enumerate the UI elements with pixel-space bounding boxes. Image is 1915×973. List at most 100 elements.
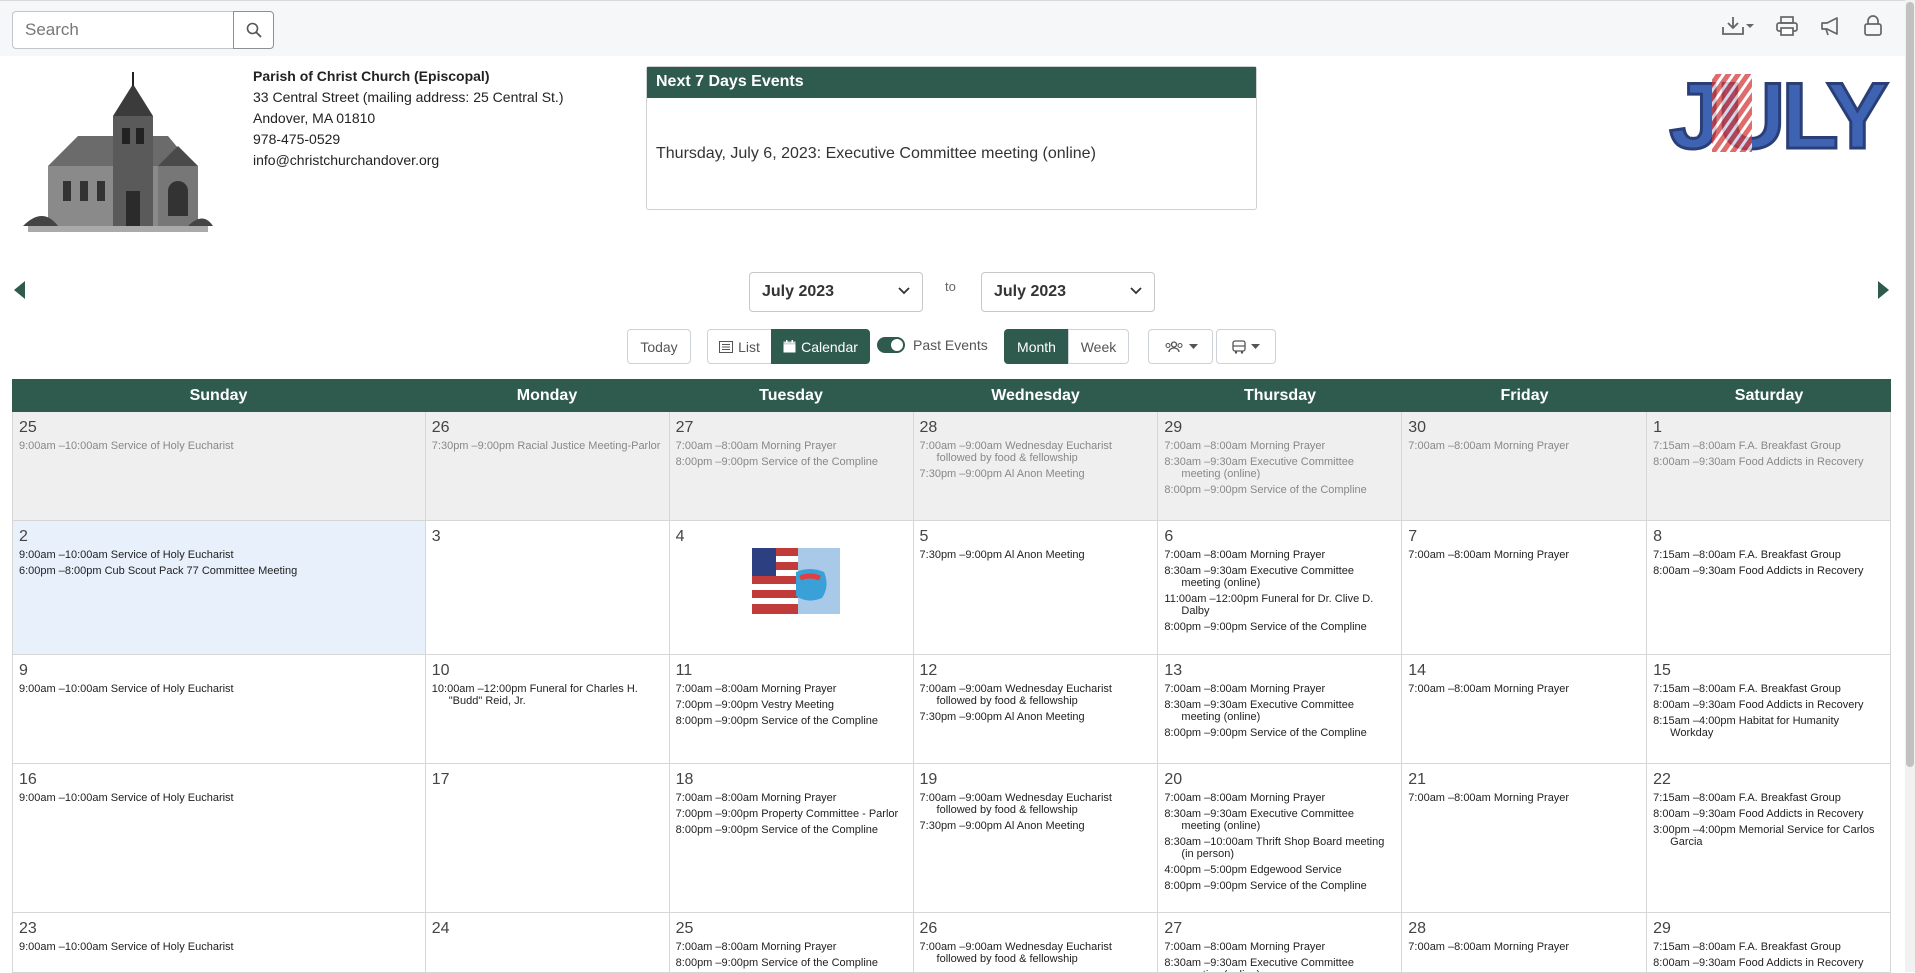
calendar-event[interactable]: 8:00am –9:30am Food Addicts in Recovery	[1653, 699, 1884, 711]
calendar-event[interactable]: 9:00am –10:00am Service of Holy Eucharis…	[19, 440, 419, 452]
calendar-event[interactable]: 9:00am –10:00am Service of Holy Eucharis…	[19, 683, 419, 695]
week-view-button[interactable]: Week	[1068, 329, 1129, 364]
calendar-event[interactable]: 8:30am –9:30am Executive Committee meeti…	[1164, 957, 1395, 972]
next-7-days-event[interactable]: Thursday, July 6, 2023: Executive Commit…	[647, 98, 1256, 163]
calendar-event[interactable]: 7:00am –8:00am Morning Prayer	[676, 683, 907, 695]
calendar-event[interactable]: 7:15am –8:00am F.A. Breakfast Group	[1653, 792, 1884, 804]
calendar-day-cell[interactable]: 24	[425, 913, 670, 973]
calendar-event[interactable]: 7:15am –8:00am F.A. Breakfast Group	[1653, 549, 1884, 561]
calendar-event[interactable]: 7:00am –8:00am Morning Prayer	[676, 941, 907, 953]
today-button[interactable]: Today	[627, 329, 691, 364]
calendar-event[interactable]: 7:00am –9:00am Wednesday Eucharist follo…	[920, 440, 1152, 464]
calendar-event[interactable]: 7:00am –8:00am Morning Prayer	[1164, 792, 1395, 804]
calendar-view-button[interactable]: Calendar	[771, 329, 870, 364]
calendar-event[interactable]: 8:00am –9:30am Food Addicts in Recovery	[1653, 957, 1884, 969]
calendar-event[interactable]: 10:00am –12:00pm Funeral for Charles H. …	[432, 683, 663, 707]
calendar-event[interactable]: 4:00pm –5:00pm Edgewood Service	[1164, 864, 1395, 876]
calendar-event[interactable]: 7:30pm –9:00pm Al Anon Meeting	[920, 468, 1152, 480]
calendar-day-cell[interactable]: 27 7:00am –8:00am Morning Prayer 8:00pm –9…	[669, 412, 914, 521]
calendar-day-cell[interactable]: 20 7:00am –8:00am Morning Prayer 8:30am –9…	[1158, 764, 1403, 913]
calendar-day-cell[interactable]: 1 7:15am –8:00am F.A. Breakfast Group 8:00…	[1647, 412, 1892, 521]
calendar-day-cell[interactable]: 22 7:15am –8:00am F.A. Breakfast Group 8:0…	[1647, 764, 1892, 913]
calendar-event[interactable]: 8:00pm –9:00pm Service of the Compline	[676, 456, 907, 468]
calendar-day-cell[interactable]: 26 7:30pm –9:00pm Racial Justice Meeting-…	[425, 412, 670, 521]
calendar-day-cell[interactable]: 2 9:00am –10:00am Service of Holy Euchari…	[13, 521, 426, 655]
print-button[interactable]	[1775, 15, 1799, 37]
calendar-day-cell[interactable]: 3	[425, 521, 670, 655]
calendar-day-cell[interactable]: 10 10:00am –12:00pm Funeral for Charles H…	[425, 655, 670, 764]
calendar-day-cell[interactable]: 19 7:00am –9:00am Wednesday Eucharist fol…	[913, 764, 1159, 913]
calendar-event[interactable]: 7:00am –8:00am Morning Prayer	[1164, 549, 1395, 561]
calendar-event[interactable]: 7:00am –8:00am Morning Prayer	[676, 792, 907, 804]
scrollbar-thumb[interactable]	[1906, 2, 1914, 767]
email-address[interactable]: info@christchurchandover.org	[253, 150, 563, 171]
calendar-event[interactable]: 8:00pm –9:00pm Service of the Compline	[676, 957, 907, 969]
announcements-button[interactable]	[1819, 15, 1843, 37]
calendar-event[interactable]: 7:00am –8:00am Morning Prayer	[1164, 683, 1395, 695]
calendar-day-cell[interactable]: 8 7:15am –8:00am F.A. Breakfast Group 8:00…	[1647, 521, 1892, 655]
calendar-day-cell[interactable]: 27 7:00am –8:00am Morning Prayer 8:30am –9…	[1158, 913, 1403, 973]
calendar-event[interactable]: 7:00am –9:00am Wednesday Eucharist follo…	[920, 941, 1152, 965]
calendar-event[interactable]: 8:30am –9:30am Executive Committee meeti…	[1164, 565, 1395, 589]
calendar-event[interactable]: 8:00pm –9:00pm Service of the Compline	[1164, 621, 1395, 633]
month-view-button[interactable]: Month	[1004, 329, 1069, 364]
calendar-event[interactable]: 7:00am –8:00am Morning Prayer	[1164, 941, 1395, 953]
calendar-event[interactable]: 9:00am –10:00am Service of Holy Eucharis…	[19, 549, 419, 561]
calendar-event[interactable]: 7:30pm –9:00pm Al Anon Meeting	[920, 549, 1152, 561]
calendar-event[interactable]: 8:00pm –9:00pm Service of the Compline	[1164, 484, 1395, 496]
calendar-event[interactable]: 8:00pm –9:00pm Service of the Compline	[1164, 727, 1395, 739]
calendar-event[interactable]: 7:00am –8:00am Morning Prayer	[1408, 683, 1640, 695]
calendar-event[interactable]: 7:00am –8:00am Morning Prayer	[1408, 440, 1640, 452]
calendar-event[interactable]: 8:00pm –9:00pm Service of the Compline	[676, 824, 907, 836]
calendar-event[interactable]: 8:15am –4:00pm Habitat for Humanity Work…	[1653, 715, 1884, 739]
calendar-event[interactable]: 7:00am –9:00am Wednesday Eucharist follo…	[920, 792, 1152, 816]
calendar-event[interactable]: 7:30pm –9:00pm Al Anon Meeting	[920, 820, 1152, 832]
calendar-day-cell[interactable]: 7 7:00am –8:00am Morning Prayer	[1402, 521, 1648, 655]
calendar-day-cell[interactable]: 9 9:00am –10:00am Service of Holy Euchari…	[13, 655, 426, 764]
calendar-event[interactable]: 6:00pm –8:00pm Cub Scout Pack 77 Committ…	[19, 565, 419, 577]
calendar-event[interactable]: 3:00pm –4:00pm Memorial Service for Carl…	[1653, 824, 1884, 848]
calendar-day-cell[interactable]: 23 9:00am –10:00am Service of Holy Euchar…	[13, 913, 426, 973]
calendar-event[interactable]: 8:30am –10:00am Thrift Shop Board meetin…	[1164, 836, 1395, 860]
calendar-event[interactable]: 8:30am –9:30am Executive Committee meeti…	[1164, 456, 1395, 480]
calendar-day-cell[interactable]: 26 7:00am –9:00am Wednesday Eucharist fol…	[913, 913, 1159, 973]
calendar-day-cell[interactable]: 6 7:00am –8:00am Morning Prayer 8:30am –9:…	[1158, 521, 1403, 655]
calendar-day-cell[interactable]: 5 7:30pm –9:00pm Al Anon Meeting	[913, 521, 1159, 655]
calendar-day-cell[interactable]: 12 7:00am –9:00am Wednesday Eucharist fol…	[913, 655, 1159, 764]
page-scrollbar[interactable]	[1905, 0, 1915, 972]
next-month-arrow[interactable]	[1877, 281, 1889, 299]
calendar-event[interactable]: 7:30pm –9:00pm Al Anon Meeting	[920, 711, 1152, 723]
calendar-event[interactable]: 9:00am –10:00am Service of Holy Eucharis…	[19, 941, 419, 953]
calendar-day-cell[interactable]: 4	[669, 521, 914, 655]
calendar-event[interactable]: 7:00am –9:00am Wednesday Eucharist follo…	[920, 683, 1152, 707]
to-month-select[interactable]: July 2023	[981, 272, 1155, 312]
calendar-day-cell[interactable]: 15 7:15am –8:00am F.A. Breakfast Group 8:0…	[1647, 655, 1892, 764]
from-month-select[interactable]: July 2023	[749, 272, 923, 312]
calendar-day-cell[interactable]: 28 7:00am –9:00am Wednesday Eucharist fol…	[913, 412, 1159, 521]
calendar-day-cell[interactable]: 21 7:00am –8:00am Morning Prayer	[1402, 764, 1648, 913]
calendar-event[interactable]: 7:00am –8:00am Morning Prayer	[1164, 440, 1395, 452]
calendar-event[interactable]: 8:00am –9:30am Food Addicts in Recovery	[1653, 808, 1884, 820]
calendar-event[interactable]: 7:30pm –9:00pm Racial Justice Meeting-Pa…	[432, 440, 663, 452]
calendar-day-cell[interactable]: 13 7:00am –8:00am Morning Prayer 8:30am –9…	[1158, 655, 1403, 764]
calendar-event[interactable]: 8:00am –9:30am Food Addicts in Recovery	[1653, 456, 1884, 468]
previous-month-arrow[interactable]	[14, 281, 26, 299]
calendar-event[interactable]: 8:00pm –9:00pm Service of the Compline	[676, 715, 907, 727]
calendar-event[interactable]: 7:00am –8:00am Morning Prayer	[1408, 549, 1640, 561]
list-view-button[interactable]: List	[707, 329, 772, 364]
calendar-event[interactable]: 8:00pm –9:00pm Service of the Compline	[1164, 880, 1395, 892]
download-menu-button[interactable]	[1721, 15, 1755, 37]
calendar-day-cell[interactable]: 25 7:00am –8:00am Morning Prayer 8:00pm –9…	[669, 913, 914, 973]
calendar-event[interactable]: 8:30am –9:30am Executive Committee meeti…	[1164, 699, 1395, 723]
calendar-day-cell[interactable]: 16 9:00am –10:00am Service of Holy Euchar…	[13, 764, 426, 913]
calendar-event[interactable]: 7:15am –8:00am F.A. Breakfast Group	[1653, 440, 1884, 452]
search-input[interactable]	[12, 11, 233, 49]
calendar-event[interactable]: 7:15am –8:00am F.A. Breakfast Group	[1653, 683, 1884, 695]
login-button[interactable]	[1863, 15, 1883, 37]
search-button[interactable]	[233, 11, 274, 49]
calendar-event[interactable]: 7:00pm –9:00pm Vestry Meeting	[676, 699, 907, 711]
calendar-event[interactable]: 11:00am –12:00pm Funeral for Dr. Clive D…	[1164, 593, 1395, 617]
past-events-toggle[interactable]	[877, 337, 905, 353]
calendar-day-cell[interactable]: 25 9:00am –10:00am Service of Holy Euchar…	[13, 412, 426, 521]
calendar-day-cell[interactable]: 18 7:00am –8:00am Morning Prayer 7:00pm –9…	[669, 764, 914, 913]
